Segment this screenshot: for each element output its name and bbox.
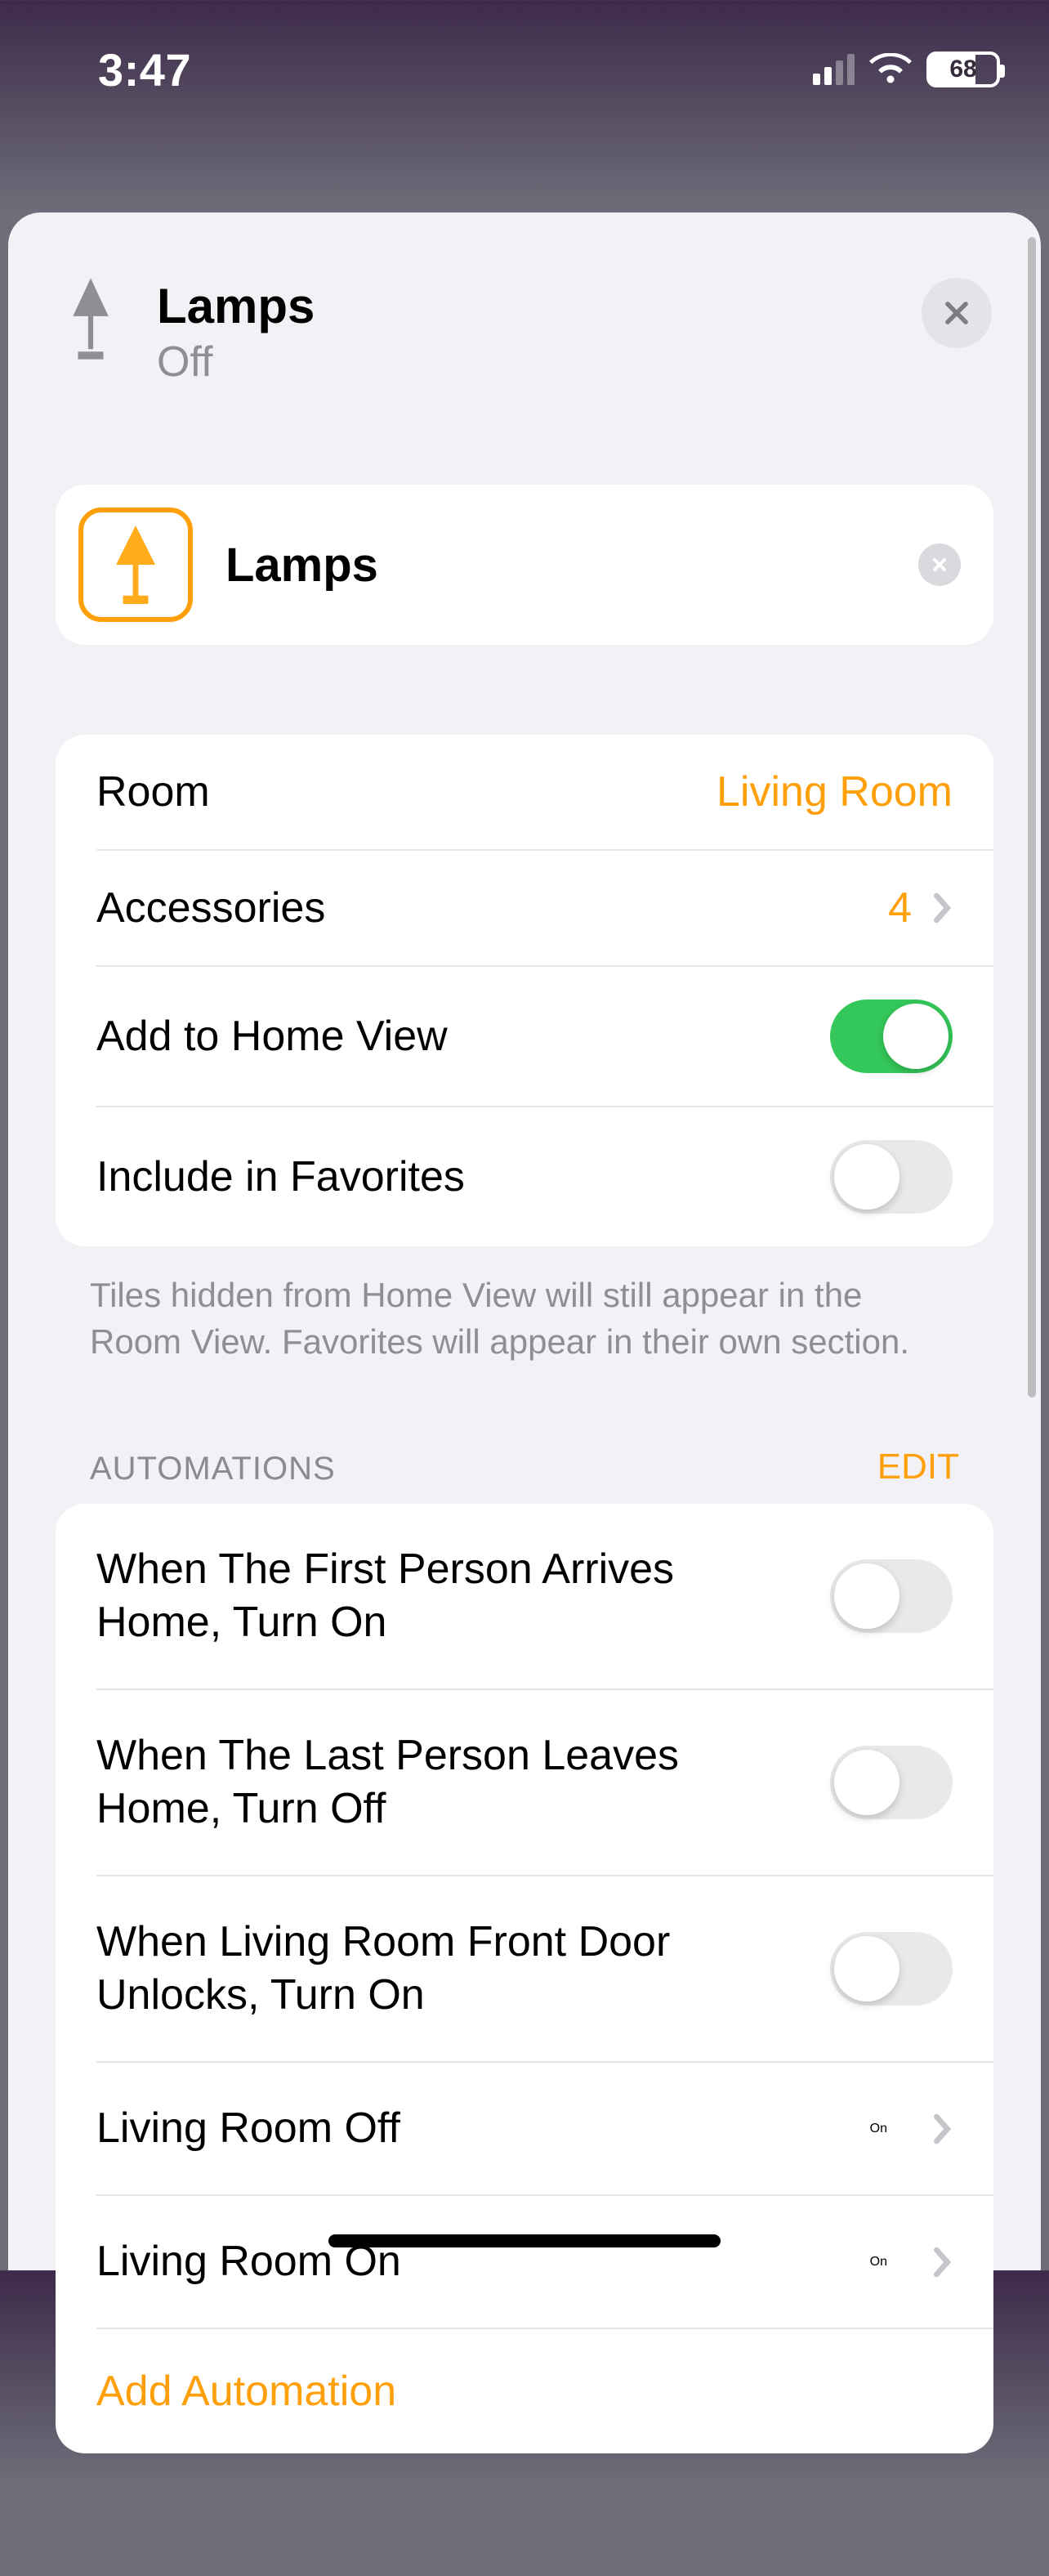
homeview-row: Add to Home View: [96, 965, 993, 1106]
status-icons: 68: [813, 51, 1000, 87]
automations-title: AUTOMATIONS: [90, 1451, 336, 1487]
sheet-header: Lamps Off: [8, 212, 1041, 485]
automation-row: When Living Room Front Door Unlocks, Tur…: [96, 1875, 993, 2061]
settings-card: Room Living Room Accessories 4 Add to Ho…: [56, 735, 993, 1246]
add-automation-button[interactable]: Add Automation: [96, 2328, 993, 2453]
chevron-right-icon: [931, 2246, 953, 2279]
automations-header: AUTOMATIONS EDIT: [90, 1447, 959, 1487]
name-card: Lamps: [56, 485, 993, 645]
automation-toggle[interactable]: [830, 1746, 953, 1819]
page-subtitle: Off: [157, 338, 881, 387]
status-time: 3:47: [49, 43, 191, 96]
homeview-toggle[interactable]: [830, 1000, 953, 1073]
accessories-value: 4: [888, 883, 912, 932]
battery-level: 68: [949, 56, 976, 83]
battery-icon: 68: [926, 51, 1000, 87]
automation-label: When The First Person Arrives Home, Turn…: [96, 1543, 806, 1649]
lamp-icon: [107, 525, 164, 604]
close-icon: [941, 297, 972, 329]
automations-card: When The First Person Arrives Home, Turn…: [56, 1504, 993, 2453]
favorites-toggle[interactable]: [830, 1140, 953, 1214]
automation-row: When The Last Person Leaves Home, Turn O…: [96, 1688, 993, 1875]
automation-row: When The First Person Arrives Home, Turn…: [56, 1504, 993, 1688]
lamp-icon: [65, 278, 116, 364]
accessory-name-input[interactable]: Lamps: [225, 538, 886, 593]
accessory-settings-sheet: Lamps Off Lamps Room Living Room: [8, 212, 1041, 2270]
clear-name-button[interactable]: [918, 543, 961, 586]
automations-edit-button[interactable]: EDIT: [877, 1447, 959, 1487]
automation-row[interactable]: Living Room OnOn: [96, 2194, 993, 2328]
automation-value: On: [870, 2255, 887, 2270]
page-title: Lamps: [157, 278, 881, 334]
automation-value: On: [870, 2122, 887, 2136]
add-automation-label: Add Automation: [96, 2367, 396, 2416]
status-bar: 3:47 68: [0, 0, 1049, 106]
automation-row[interactable]: Living Room Off On: [96, 2061, 993, 2194]
chevron-right-icon: [931, 892, 953, 924]
room-row[interactable]: Room Living Room: [56, 735, 993, 849]
accessory-tile[interactable]: [78, 508, 193, 622]
room-value: Living Room: [716, 767, 953, 816]
settings-footnote: Tiles hidden from Home View will still a…: [90, 1272, 959, 1365]
automation-label: When The Last Person Leaves Home, Turn O…: [96, 1729, 806, 1836]
automation-toggle[interactable]: [830, 1559, 953, 1633]
scroll-indicator[interactable]: [1028, 237, 1036, 1398]
close-button[interactable]: [922, 278, 992, 348]
automation-label: Living Room Off: [96, 2102, 846, 2155]
wifi-icon: [869, 53, 912, 86]
favorites-label: Include in Favorites: [96, 1152, 830, 1201]
accessories-row[interactable]: Accessories 4: [96, 849, 993, 965]
room-label: Room: [96, 767, 716, 816]
automation-label: When Living Room Front Door Unlocks, Tur…: [96, 1916, 806, 2022]
favorites-row: Include in Favorites: [96, 1106, 993, 1246]
automation-toggle[interactable]: [830, 1932, 953, 2006]
accessories-label: Accessories: [96, 883, 888, 932]
close-icon: [930, 555, 949, 575]
chevron-right-icon: [931, 2113, 953, 2145]
home-indicator[interactable]: [328, 2234, 721, 2247]
cellular-icon: [813, 54, 855, 85]
homeview-label: Add to Home View: [96, 1012, 830, 1061]
